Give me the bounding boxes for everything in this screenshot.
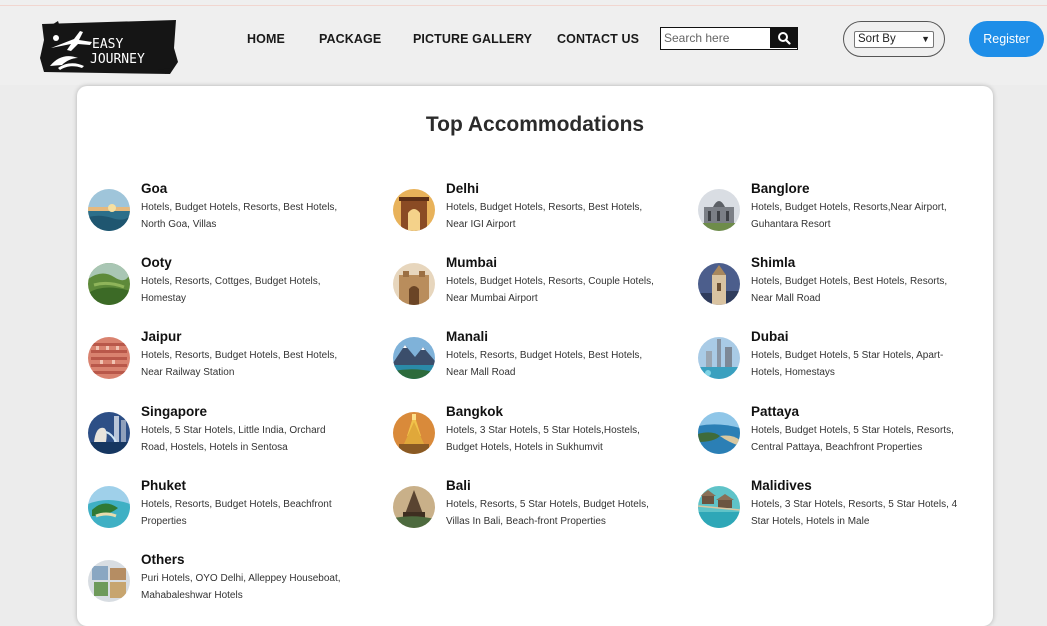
destination-name: Phuket: [141, 478, 187, 493]
destination-item[interactable]: Bangkok Hotels, 3 Star Hotels, 5 Star Ho…: [393, 404, 693, 472]
destination-name: Singapore: [141, 404, 208, 419]
destination-description: Hotels, Resorts, Budget Hotels, Best Hot…: [141, 350, 338, 378]
green-hills-icon: [88, 263, 130, 305]
destination-description: Hotels, 3 Star Hotels, Resorts, 5 Star H…: [751, 499, 958, 527]
nav-contact-us[interactable]: CONTACT US: [557, 32, 639, 46]
destination-item[interactable]: Banglore Hotels, Budget Hotels, Resorts,…: [698, 181, 998, 249]
destination-description: Hotels, 5 Star Hotels, Little India, Orc…: [141, 425, 326, 453]
brand-logo[interactable]: EASY JOURNEY: [38, 18, 180, 76]
gateway-icon: [393, 263, 435, 305]
navbar: EASY JOURNEY HOME PACKAGE PICTURE GALLER…: [0, 0, 1047, 85]
destination-name: Pattaya: [751, 404, 800, 419]
destination-name: Bali: [446, 478, 471, 493]
destination-name: Goa: [141, 181, 168, 196]
destination-name: Delhi: [446, 181, 480, 196]
destination-item[interactable]: Dubai Hotels, Budget Hotels, 5 Star Hote…: [698, 329, 998, 397]
logo-text-easy: EASY: [92, 37, 123, 52]
water-villas-icon: [698, 486, 740, 528]
collage-icon: [88, 560, 130, 602]
nav-home[interactable]: HOME: [247, 32, 285, 46]
bali-temple-icon: [393, 486, 435, 528]
logo-text-journey: JOURNEY: [90, 52, 145, 67]
destination-name: Banglore: [751, 181, 810, 196]
destination-description: Hotels, Budget Hotels, 5 Star Hotels, Ap…: [751, 350, 944, 378]
destination-name: Malidives: [751, 478, 812, 493]
beach-sunset-icon: [88, 189, 130, 231]
coast-icon: [698, 412, 740, 454]
destination-description: Hotels, Budget Hotels, Resorts,Near Airp…: [751, 202, 947, 230]
destination-item[interactable]: Ooty Hotels, Resorts, Cottges, Budget Ho…: [88, 255, 388, 323]
destination-description: Hotels, Budget Hotels, 5 Star Hotels, Re…: [751, 425, 954, 453]
mountain-lake-icon: [393, 337, 435, 379]
top-divider: [0, 5, 1047, 6]
destination-name: Ooty: [141, 255, 172, 270]
temple-icon: [393, 412, 435, 454]
destination-description: Hotels, Budget Hotels, Best Hotels, Reso…: [751, 276, 948, 304]
skyline-icon: [698, 337, 740, 379]
search-icon: [777, 32, 791, 45]
destination-item[interactable]: Jaipur Hotels, Resorts, Budget Hotels, B…: [88, 329, 388, 397]
church-icon: [698, 263, 740, 305]
palace-icon: [698, 189, 740, 231]
nav-package[interactable]: PACKAGE: [319, 32, 381, 46]
destination-item[interactable]: Singapore Hotels, 5 Star Hotels, Little …: [88, 404, 388, 472]
destination-item[interactable]: Bali Hotels, Resorts, 5 Star Hotels, Bud…: [393, 478, 693, 546]
search-button[interactable]: [770, 28, 797, 48]
search-bar: [660, 27, 798, 50]
destination-item[interactable]: Delhi Hotels, Budget Hotels, Resorts, Be…: [393, 181, 693, 249]
sort-dropdown[interactable]: Sort By ▼: [854, 31, 934, 48]
destination-description: Hotels, Resorts, 5 Star Hotels, Budget H…: [446, 499, 649, 527]
destination-item[interactable]: Shimla Hotels, Budget Hotels, Best Hotel…: [698, 255, 998, 323]
destination-name: Shimla: [751, 255, 796, 270]
destination-description: Hotels, Resorts, Budget Hotels, Best Hot…: [446, 350, 643, 378]
destination-description: Hotels, Budget Hotels, Resorts, Best Hot…: [446, 202, 643, 230]
destination-description: Hotels, Resorts, Cottges, Budget Hotels,…: [141, 276, 321, 304]
chevron-down-icon: ▼: [921, 34, 930, 44]
page-title: Top Accommodations: [425, 113, 645, 136]
destination-item[interactable]: Goa Hotels, Budget Hotels, Resorts, Best…: [88, 181, 388, 249]
destination-name: Jaipur: [141, 329, 182, 344]
destination-name: Manali: [446, 329, 489, 344]
destination-description: Puri Hotels, OYO Delhi, Alleppey Housebo…: [141, 573, 341, 601]
register-button[interactable]: Register: [969, 21, 1044, 57]
destination-item[interactable]: Pattaya Hotels, Budget Hotels, 5 Star Ho…: [698, 404, 998, 472]
sort-selected-value: Sort By: [858, 33, 896, 45]
destination-name: Mumbai: [446, 255, 498, 270]
accommodations-card: Top Accommodations Goa Hotels, Budget Ho…: [77, 86, 993, 626]
hawa-mahal-icon: [88, 337, 130, 379]
destination-name: Bangkok: [446, 404, 504, 419]
destination-description: Hotels, Budget Hotels, Resorts, Couple H…: [446, 276, 654, 304]
destination-item[interactable]: Others Puri Hotels, OYO Delhi, Alleppey …: [88, 552, 388, 620]
destination-description: Hotels, Budget Hotels, Resorts, Best Hot…: [141, 202, 338, 230]
destination-item[interactable]: Malidives Hotels, 3 Star Hotels, Resorts…: [698, 478, 998, 546]
destination-name: Dubai: [751, 329, 789, 344]
search-input[interactable]: [664, 29, 768, 47]
destination-name: Others: [141, 552, 185, 567]
destination-item[interactable]: Phuket Hotels, Resorts, Budget Hotels, B…: [88, 478, 388, 546]
nav-picture-gallery[interactable]: PICTURE GALLERY: [413, 32, 532, 46]
sort-container: Sort By ▼: [843, 21, 945, 57]
destination-item[interactable]: Mumbai Hotels, Budget Hotels, Resorts, C…: [393, 255, 693, 323]
india-gate-icon: [393, 189, 435, 231]
island-icon: [88, 486, 130, 528]
destination-description: Hotels, 3 Star Hotels, 5 Star Hotels,Hos…: [446, 425, 640, 453]
merlion-icon: [88, 412, 130, 454]
destination-item[interactable]: Manali Hotels, Resorts, Budget Hotels, B…: [393, 329, 693, 397]
destination-description: Hotels, Resorts, Budget Hotels, Beachfro…: [141, 499, 332, 527]
